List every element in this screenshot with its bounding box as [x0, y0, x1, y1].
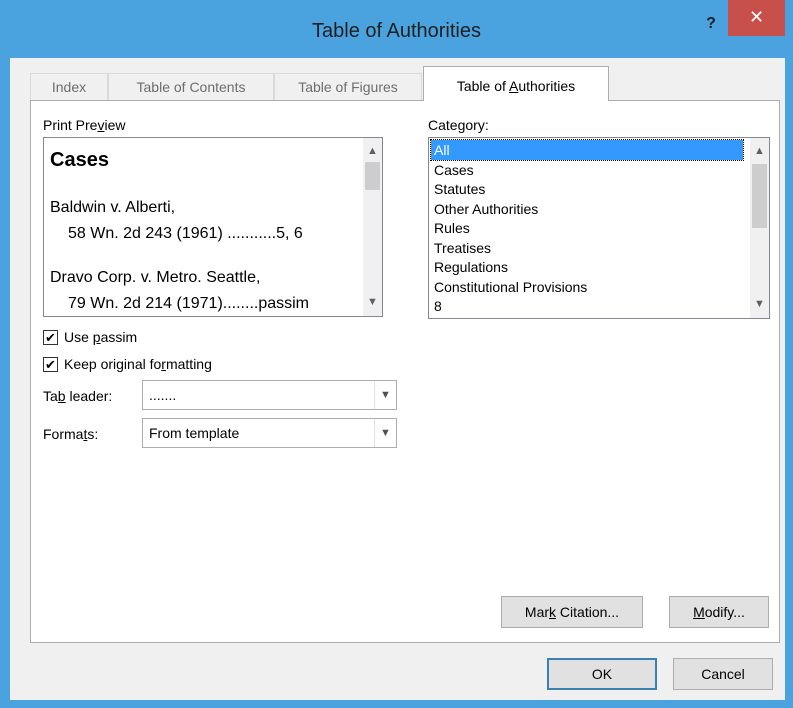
- preview-scroll-thumb[interactable]: [365, 162, 380, 190]
- chevron-down-icon[interactable]: ▼: [374, 381, 396, 409]
- preview-line: 79 Wn. 2d 214 (1971)........passim: [68, 295, 310, 312]
- category-scrollbar[interactable]: ▲ ▼: [750, 138, 769, 318]
- tab-table-of-contents-label: Table of Contents: [136, 79, 246, 95]
- tab-panel: Print Preview Cases Baldwin v. Alberti, …: [30, 100, 780, 643]
- category-item[interactable]: Treatises: [431, 238, 743, 258]
- scroll-down-icon[interactable]: ▼: [363, 293, 382, 312]
- tab-leader-label: Tab leader:: [43, 388, 113, 404]
- preview-line: Baldwin v. Alberti,: [50, 199, 176, 216]
- category-listbox[interactable]: All Cases Statutes Other Authorities Rul…: [428, 137, 770, 319]
- category-scroll-thumb[interactable]: [752, 164, 767, 228]
- scroll-down-icon[interactable]: ▼: [750, 295, 769, 314]
- close-button[interactable]: ✕: [728, 0, 785, 36]
- close-icon: ✕: [748, 7, 765, 27]
- tab-leader-value: .......: [149, 387, 177, 403]
- tab-table-of-contents[interactable]: Table of Contents: [108, 73, 274, 100]
- preview-heading: Cases: [50, 149, 109, 171]
- chevron-down-icon[interactable]: ▼: [374, 419, 396, 447]
- preview-line: Dravo Corp. v. Metro. Seattle,: [50, 269, 261, 286]
- category-item[interactable]: Statutes: [431, 179, 743, 199]
- tab-leader-select[interactable]: ....... ▼: [142, 380, 397, 410]
- formats-label: Formats:: [43, 426, 99, 442]
- title-bar[interactable]: Table of Authorities ? ✕: [0, 0, 793, 58]
- category-item[interactable]: Rules: [431, 218, 743, 238]
- use-passim-checkbox[interactable]: ✔ Use passim: [43, 328, 137, 346]
- category-item[interactable]: Other Authorities: [431, 199, 743, 219]
- mark-citation-button[interactable]: Mark Citation...: [501, 596, 643, 628]
- tab-table-of-authorities-label: Table of Authorities: [456, 78, 576, 94]
- tab-index-label: Index: [51, 79, 87, 95]
- category-item[interactable]: Regulations: [431, 257, 743, 277]
- formats-select[interactable]: From template ▼: [142, 418, 397, 448]
- table-of-authorities-dialog: Table of Authorities ? ✕ Index Table of …: [0, 0, 793, 708]
- keep-original-formatting-checkbox[interactable]: ✔ Keep original formatting: [43, 355, 212, 373]
- category-label: Category:: [428, 117, 489, 133]
- category-item-all[interactable]: All: [430, 139, 744, 161]
- formats-value: From template: [149, 425, 240, 441]
- cancel-button[interactable]: Cancel: [673, 658, 773, 690]
- scroll-up-icon[interactable]: ▲: [363, 142, 382, 161]
- keep-original-formatting-label: Keep original formatting: [64, 356, 212, 372]
- dialog-client-area: Index Table of Contents Table of Figures…: [10, 58, 785, 700]
- category-item[interactable]: Cases: [431, 160, 743, 180]
- preview-scrollbar[interactable]: ▲ ▼: [363, 138, 382, 316]
- help-button[interactable]: ?: [696, 12, 726, 38]
- ok-button[interactable]: OK: [547, 658, 657, 690]
- modify-button[interactable]: Modify...: [669, 596, 769, 628]
- category-item[interactable]: Constitutional Provisions: [431, 277, 743, 297]
- print-preview-label: Print Preview: [43, 117, 126, 133]
- preview-line: 58 Wn. 2d 243 (1961) ...........5, 6: [68, 225, 303, 242]
- checkbox-checked-icon[interactable]: ✔: [43, 329, 58, 345]
- use-passim-label: Use passim: [64, 329, 138, 345]
- tab-index[interactable]: Index: [30, 73, 108, 100]
- checkbox-checked-icon[interactable]: ✔: [43, 356, 58, 372]
- print-preview-box[interactable]: Cases Baldwin v. Alberti, 58 Wn. 2d 243 …: [43, 137, 383, 317]
- window-title: Table of Authorities: [312, 20, 481, 42]
- scroll-up-icon[interactable]: ▲: [750, 142, 769, 161]
- tab-table-of-authorities[interactable]: Table of Authorities: [423, 66, 609, 101]
- category-item[interactable]: 8: [431, 296, 743, 316]
- tab-table-of-figures[interactable]: Table of Figures: [274, 73, 422, 100]
- tab-table-of-figures-label: Table of Figures: [298, 79, 398, 95]
